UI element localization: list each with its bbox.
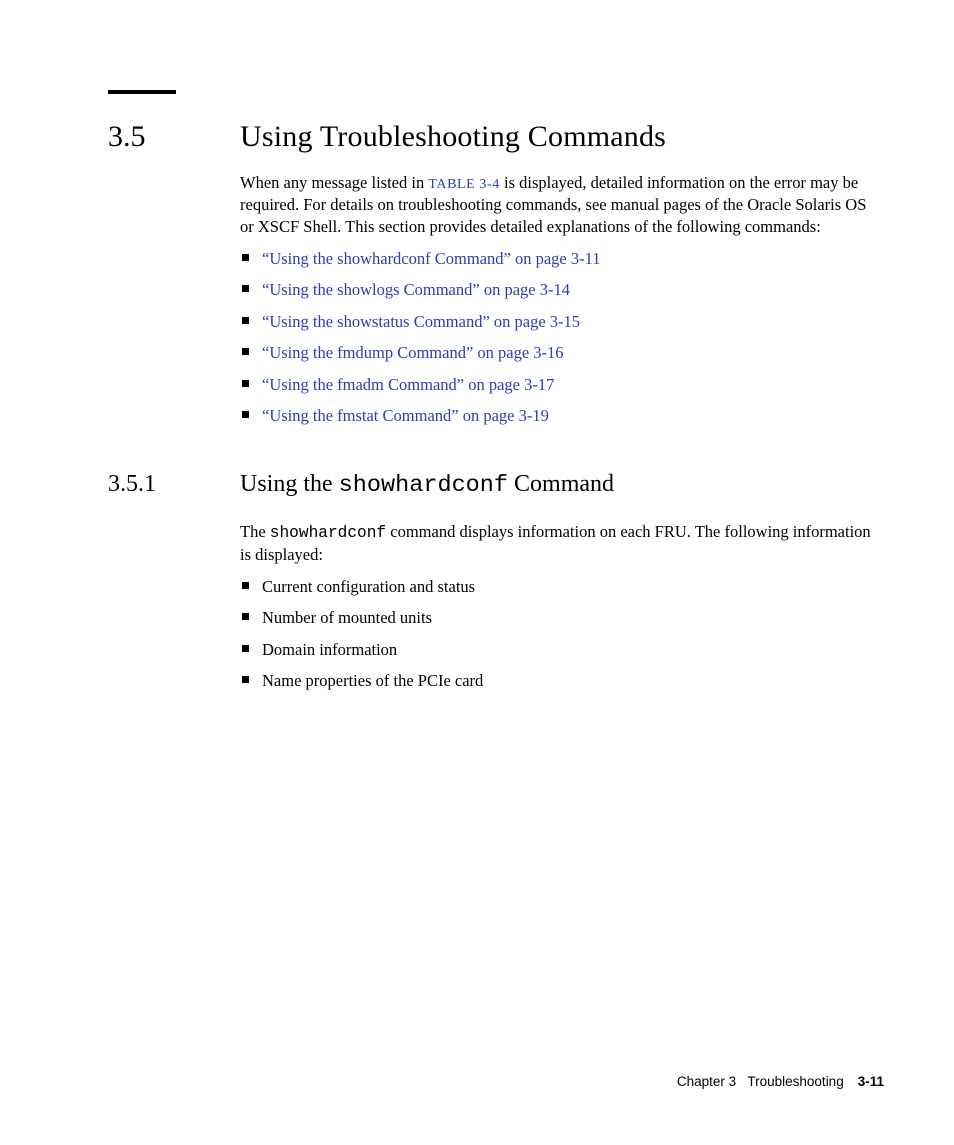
list-item: “Using the fmstat Command” on page 3-19 (240, 405, 884, 426)
list-item: Current configuration and status (240, 576, 884, 597)
subsection-heading: 3.5.1 Using the showhardconf Command (108, 471, 884, 499)
section-number: 3.5 (108, 120, 240, 154)
subsection-title-b: Command (508, 471, 614, 497)
table-3-4-link[interactable]: TABLE 3-4 (428, 177, 500, 192)
link-fmstat[interactable]: “Using the fmstat Command” on page 3-19 (262, 406, 549, 425)
document-page: 3.5 Using Troubleshooting Commands When … (0, 0, 954, 741)
link-showlogs[interactable]: “Using the showlogs Command” on page 3-1… (262, 280, 570, 299)
subsection-body: The showhardconf command displays inform… (240, 521, 884, 692)
list-item: Domain information (240, 639, 884, 660)
subsection-title-a: Using the (240, 471, 339, 497)
section-heading: 3.5 Using Troubleshooting Commands (108, 120, 884, 154)
sub-para-a: The (240, 522, 270, 541)
intro-text-a: When any message listed in (240, 173, 428, 192)
list-item-label: Name properties of the PCIe card (262, 671, 483, 690)
page-footer: Chapter 3 Troubleshooting 3-11 (677, 1074, 884, 1089)
list-item: “Using the showstatus Command” on page 3… (240, 311, 884, 332)
list-item: Name properties of the PCIe card (240, 670, 884, 691)
section-body: When any message listed in TABLE 3-4 is … (240, 172, 884, 427)
subsection-title-code: showhardconf (339, 472, 508, 499)
subsection-title: Using the showhardconf Command (240, 471, 614, 499)
footer-page-number: 3-11 (858, 1074, 884, 1089)
info-items-list: Current configuration and status Number … (240, 576, 884, 692)
link-showhardconf[interactable]: “Using the showhardconf Command” on page… (262, 249, 600, 268)
list-item-label: Domain information (262, 640, 397, 659)
list-item: “Using the showhardconf Command” on page… (240, 248, 884, 269)
list-item: “Using the fmdump Command” on page 3-16 (240, 342, 884, 363)
subsection-number: 3.5.1 (108, 471, 240, 498)
list-item: “Using the fmadm Command” on page 3-17 (240, 374, 884, 395)
sub-para-code: showhardconf (270, 524, 386, 542)
footer-chapter: Chapter 3 (677, 1074, 736, 1089)
link-fmadm[interactable]: “Using the fmadm Command” on page 3-17 (262, 375, 554, 394)
command-links-list: “Using the showhardconf Command” on page… (240, 248, 884, 427)
list-item-label: Current configuration and status (262, 577, 475, 596)
subsection-para: The showhardconf command displays inform… (240, 521, 884, 566)
link-showstatus[interactable]: “Using the showstatus Command” on page 3… (262, 312, 580, 331)
subsection: 3.5.1 Using the showhardconf Command The… (108, 471, 884, 692)
footer-title: Troubleshooting (747, 1074, 843, 1089)
section-title: Using Troubleshooting Commands (240, 120, 666, 154)
link-fmdump[interactable]: “Using the fmdump Command” on page 3-16 (262, 343, 564, 362)
list-item: “Using the showlogs Command” on page 3-1… (240, 279, 884, 300)
list-item-label: Number of mounted units (262, 608, 432, 627)
list-item: Number of mounted units (240, 607, 884, 628)
intro-paragraph: When any message listed in TABLE 3-4 is … (240, 172, 884, 238)
section-rule (108, 90, 176, 94)
